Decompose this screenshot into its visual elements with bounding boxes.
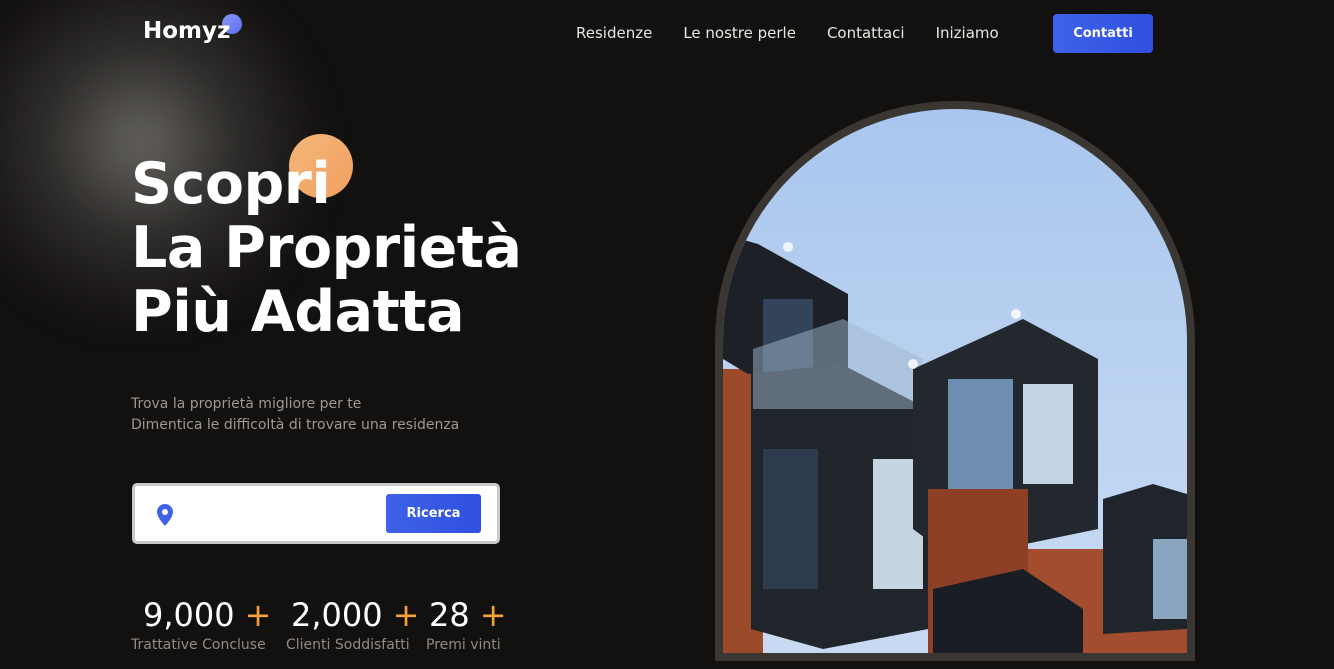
nav-item-perle[interactable]: Le nostre perle — [683, 24, 796, 42]
stat-label: Premi vinti — [426, 637, 501, 653]
stat-clients: 2,000 + Clienti Soddisfatti — [286, 596, 420, 653]
stat-plus: + — [392, 596, 420, 634]
hero-title-line: La Proprietà — [131, 215, 522, 281]
building-image — [723, 109, 1187, 653]
search-button[interactable]: Ricerca — [386, 494, 481, 533]
stat-value: 9,000 — [143, 596, 235, 634]
stat-value: 2,000 — [291, 596, 383, 634]
nav-item-iniziamo[interactable]: Iniziamo — [936, 24, 999, 42]
contact-button[interactable]: Contatti — [1053, 14, 1153, 53]
subtitle-line: Dimentica le difficoltà di trovare una r… — [131, 417, 460, 433]
stat-plus: + — [479, 596, 507, 634]
logo[interactable]: Homyz — [143, 18, 230, 44]
nav-item-residenze[interactable]: Residenze — [576, 24, 652, 42]
main-nav: Residenze Le nostre perle Contattaci Ini… — [576, 24, 999, 42]
search-bar: Ricerca — [132, 483, 500, 544]
stat-awards: 28 + Premi vinti — [426, 596, 507, 653]
stat-plus: + — [244, 596, 272, 634]
search-input[interactable] — [187, 498, 377, 532]
subtitle-line: Trova la proprietà migliore per te — [131, 396, 362, 412]
hero-subtitle: Trova la proprietà migliore per te Dimen… — [131, 394, 459, 436]
hero-title: Scopri La Proprietà Più Adatta — [131, 152, 522, 344]
hero-title-line: Più Adatta — [131, 279, 465, 345]
nav-item-contattaci[interactable]: Contattaci — [827, 24, 905, 42]
hero-title-line: Scopri — [131, 151, 331, 217]
stat-deals: 9,000 + Trattative Concluse — [131, 596, 272, 653]
stat-value: 28 — [429, 596, 470, 634]
location-pin-icon — [155, 503, 175, 527]
stat-label: Clienti Soddisfatti — [286, 637, 410, 653]
stat-label: Trattative Concluse — [131, 637, 266, 653]
hero-image-frame — [715, 101, 1195, 661]
